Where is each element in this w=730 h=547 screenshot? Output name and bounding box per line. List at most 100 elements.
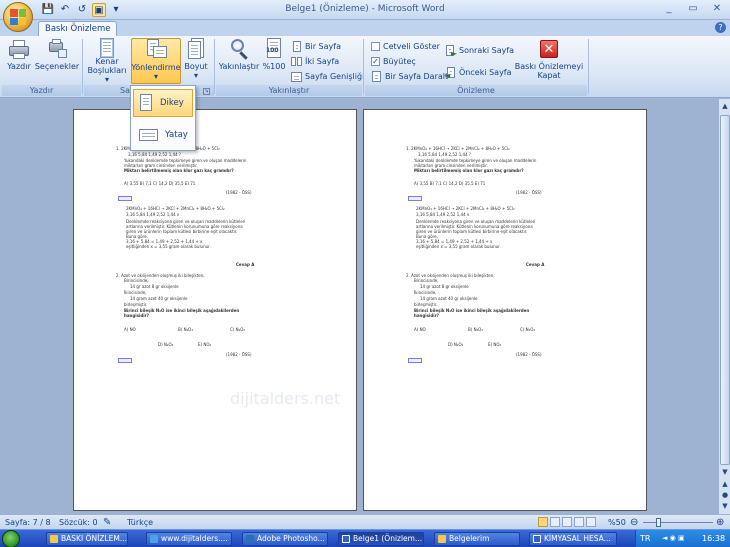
q1-numbers: 3,16 5,84 1,49 2,52 1,44 ?: [418, 152, 472, 157]
zoom-percent[interactable]: %50: [608, 517, 626, 528]
ribbon: Yazdır Seçenekler Yazdır Kenar Boşluklar…: [0, 36, 730, 98]
draft-view-icon[interactable]: [586, 517, 596, 527]
magnifier-icon: [228, 38, 250, 60]
title-bar: 💾 ↶ ↺ ▣ ▾ Belge1 (Önizleme) - Microsoft …: [0, 0, 730, 32]
onceki-sayfa-button[interactable]: ◄ Önceki Sayfa: [444, 66, 512, 80]
buyutec-check[interactable]: ✓: [371, 57, 380, 66]
office-button[interactable]: [3, 2, 33, 32]
margins-icon: [96, 38, 118, 58]
kenar-bosluklari-button[interactable]: Kenar Boşlukları ▾: [86, 38, 128, 84]
window-controls: _ ▭ ✕: [660, 2, 726, 16]
zoom-in-icon[interactable]: ⊕: [716, 517, 724, 528]
start-button[interactable]: [2, 530, 20, 547]
preview-page-right[interactable]: 1. 2KMnO₄ + 16HCl → 2KCl + 2MnCl₂ + 8H₂O…: [363, 109, 647, 511]
q2-year: (1982 - ÖSS): [226, 352, 252, 357]
q2-question-2: hangisidir?: [414, 313, 439, 318]
solution-numbers: 3,16 5,84 1,49 2,52 1,44 x: [416, 212, 470, 217]
iki-sayfa-button[interactable]: İki Sayfa: [291, 55, 339, 68]
yonlendirme-button[interactable]: Yönlendirme ▾: [131, 38, 181, 84]
close-window-button[interactable]: ✕: [708, 2, 726, 16]
secenekler-button[interactable]: Seçenekler: [34, 38, 80, 84]
orientation-menu: Dikey Yatay: [130, 85, 196, 151]
yonlendirme-arrow: ▾: [153, 72, 158, 81]
q2-text-6: birleşmiştir.: [124, 302, 148, 307]
q2-option-d: D) N₂O₄: [158, 342, 174, 347]
dikey-label: Dikey: [160, 98, 184, 108]
sonraki-sayfa-button[interactable]: ► Sonraki Sayfa: [445, 44, 514, 58]
taskbar-item[interactable]: Belgelerim: [434, 532, 520, 546]
window-title: Belge1 (Önizleme) - Microsoft Word: [285, 4, 445, 14]
boyut-button[interactable]: Boyut ▾: [182, 38, 210, 84]
group-label-onizleme: Önizleme: [365, 85, 587, 96]
q2-text-3: 14 gr azot 8 gr oksijenle: [130, 284, 179, 289]
solution-badge: [408, 196, 422, 201]
yakinlastir-button[interactable]: Yakınlaştır: [218, 38, 260, 84]
cetveli-goster-check[interactable]: [371, 42, 380, 51]
zoom-out-icon[interactable]: ⊖: [630, 517, 638, 528]
zoom-100-icon: 100: [263, 38, 285, 60]
browse-object-icon[interactable]: ●: [719, 490, 730, 500]
q2-option-b: B) N₂O₃: [468, 327, 483, 332]
menu-item-dikey[interactable]: Dikey: [133, 89, 193, 117]
taskbar: BASKI ÖNİZLEM... www.dijitalders.... Ado…: [0, 529, 730, 547]
yazdir-label: Yazdır: [7, 62, 31, 71]
full-screen-view-icon[interactable]: [550, 517, 560, 527]
previous-page-scroll-icon[interactable]: ▲: [719, 479, 730, 489]
document-area[interactable]: 1. 2KMnO₄ + 16HCl → 2KCl + 2MnCl₂ + 8H₂O…: [0, 99, 718, 514]
taskbar-item[interactable]: BASKI ÖNİZLEM...: [46, 532, 128, 546]
taskbar-item[interactable]: www.dijitalders....: [146, 532, 232, 546]
cetveli-goster-checkbox[interactable]: Cetveli Göster: [371, 40, 440, 53]
q2-text-2: Birincisinde,: [124, 278, 149, 283]
language-tray[interactable]: TR: [640, 533, 650, 544]
group-separator: [363, 39, 364, 94]
zoom-slider-thumb[interactable]: [656, 518, 661, 527]
dialog-launcher-icon[interactable]: ↘: [203, 88, 210, 95]
taskbar-item[interactable]: Belge1 (Önizlem...: [338, 532, 424, 546]
q2-text-4: İkincisinde,: [414, 290, 437, 295]
bir-sayfa-daralt-button[interactable]: Bir Sayfa Daralt: [371, 70, 448, 83]
iki-sayfa-label: İki Sayfa: [305, 57, 340, 66]
group-label-yakinlastir: Yakınlaştır: [216, 85, 362, 96]
preview-page-left[interactable]: 1. 2KMnO₄ + 16HCl → 2KCl + 2MnCl₂ + 8H₂O…: [73, 109, 357, 511]
portrait-icon: [140, 94, 154, 112]
menu-item-yatay[interactable]: Yatay: [133, 121, 193, 149]
tab-print-preview[interactable]: Baskı Önizleme: [38, 21, 118, 36]
answer-label: Cevap A: [526, 262, 545, 267]
buyutec-checkbox[interactable]: ✓ Büyüteç: [371, 55, 416, 68]
maximize-button[interactable]: ▭: [684, 2, 702, 16]
zoom-100-button[interactable]: 100 %100: [261, 38, 287, 84]
vertical-scrollbar[interactable]: ▲ ▼ ▲ ● ▼: [718, 99, 730, 514]
scroll-thumb[interactable]: [720, 115, 730, 465]
help-icon[interactable]: ?: [715, 22, 726, 33]
zoom-slider-track[interactable]: [643, 522, 713, 523]
next-page-scroll-icon[interactable]: ▼: [719, 501, 730, 511]
page-count[interactable]: Sayfa: 7 / 8: [5, 517, 51, 528]
tray-icons[interactable]: ◄ ◉ ▣: [662, 533, 685, 544]
watermark: dijitalders.net: [230, 389, 341, 408]
yazdir-button[interactable]: Yazdır: [4, 38, 34, 84]
minimize-button[interactable]: _: [660, 2, 678, 16]
secenekler-label: Seçenekler: [34, 62, 80, 71]
outline-view-icon[interactable]: [574, 517, 584, 527]
taskbar-item[interactable]: KİMYASAL HESA...: [529, 532, 617, 546]
scroll-down-icon[interactable]: ▼: [719, 467, 730, 477]
q1-equation: 1. 2KMnO₄ + 16HCl → 2KCl + 2MnCl₂ + 8H₂O…: [406, 146, 510, 151]
word-count[interactable]: Sözcük: 0: [59, 517, 98, 528]
scroll-up-icon[interactable]: ▲: [719, 101, 730, 111]
office-logo-icon: [10, 9, 26, 25]
web-layout-view-icon[interactable]: [562, 517, 572, 527]
taskbar-item[interactable]: Adobe Photosho...: [242, 532, 328, 546]
bir-sayfa-button[interactable]: Bir Sayfa: [291, 40, 341, 53]
view-buttons: [538, 517, 596, 527]
yakinlastir-label: Yakınlaştır: [218, 62, 260, 71]
cetveli-goster-label: Cetveli Göster: [383, 42, 440, 51]
print-layout-view-icon[interactable]: [538, 517, 548, 527]
language-indicator[interactable]: Türkçe: [127, 517, 153, 528]
sayfa-genisligi-button[interactable]: Sayfa Genişliği: [291, 70, 364, 83]
q2-text-5: 14 gram azot 40 gr oksijenle: [130, 296, 188, 301]
q2-text-5: 14 gram azot 40 gr oksijenle: [420, 296, 478, 301]
close-preview-button[interactable]: ✕ Baskı Önizlemeyi Kapat: [512, 38, 586, 84]
clock[interactable]: 16:38: [702, 533, 725, 544]
proofing-icon[interactable]: ✎: [103, 517, 111, 528]
status-bar: Sayfa: 7 / 8 Sözcük: 0 ✎ Türkçe %50 ⊖ ⊕: [0, 514, 730, 529]
